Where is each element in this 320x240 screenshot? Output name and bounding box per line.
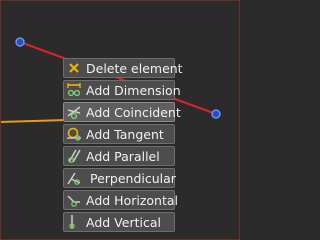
perpendicular-icon — [64, 169, 84, 187]
endpoint-start[interactable] — [15, 37, 25, 47]
menu-item-label: Add Tangent — [86, 126, 164, 142]
parallel-icon — [64, 147, 84, 165]
menu-item-add-dimension[interactable]: Add Dimension — [63, 80, 181, 100]
delete-cross-icon — [64, 59, 84, 77]
tangent-icon — [64, 125, 84, 143]
menu-item-label: Add Vertical — [86, 214, 161, 230]
endpoint-end[interactable] — [211, 109, 221, 119]
menu-item-delete-element[interactable]: Delete element — [63, 58, 183, 78]
menu-item-add-horizontal[interactable]: Add Horizontal — [63, 190, 178, 210]
menu-item-perpendicular[interactable]: Perpendicular — [63, 168, 176, 188]
menu-item-add-tangent[interactable]: Add Tangent — [63, 124, 175, 144]
orange-line-segment[interactable] — [0, 119, 67, 123]
menu-item-add-parallel[interactable]: Add Parallel — [63, 146, 175, 166]
menu-item-label: Add Dimension — [86, 82, 181, 98]
vertical-icon — [64, 213, 84, 231]
menu-item-label: Perpendicular — [90, 170, 176, 186]
menu-item-label: Add Coincident — [86, 104, 181, 120]
menu-item-add-coincident[interactable]: Add Coincident — [63, 102, 181, 122]
menu-item-add-vertical[interactable]: Add Vertical — [63, 212, 175, 232]
context-menu: Delete element Add Dimension Add Coincid… — [63, 58, 183, 234]
menu-item-label: Add Parallel — [86, 148, 160, 164]
coincident-icon — [64, 103, 84, 121]
dimension-icon — [64, 81, 84, 99]
horizontal-icon — [64, 191, 84, 209]
sketch-canvas[interactable]: Delete element Add Dimension Add Coincid… — [0, 0, 240, 240]
menu-item-label: Add Horizontal — [86, 192, 178, 208]
menu-item-label: Delete element — [86, 60, 183, 76]
